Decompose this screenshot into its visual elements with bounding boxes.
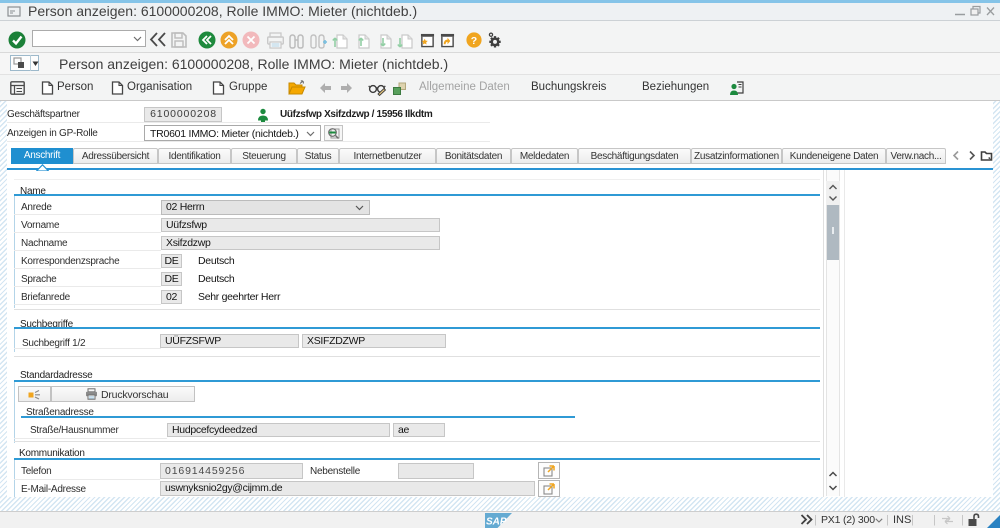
- svg-text:SAP: SAP: [486, 517, 507, 528]
- svg-text:?: ?: [471, 35, 477, 47]
